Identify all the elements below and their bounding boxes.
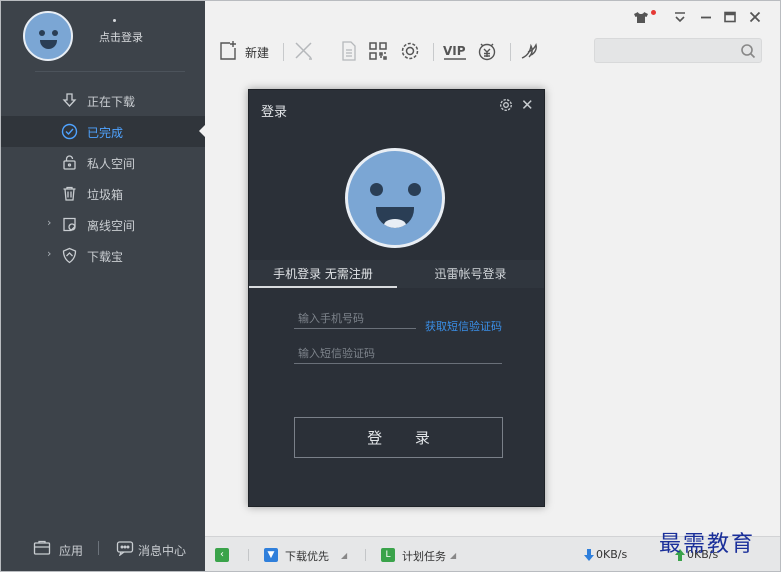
get-sms-code-link[interactable]: 获取短信验证码 <box>425 318 502 334</box>
click-to-login-link[interactable]: 点击登录 <box>99 29 143 45</box>
search-icon[interactable] <box>740 43 756 59</box>
download-speed: 0KB/s <box>596 548 628 561</box>
login-button[interactable]: 登 录 <box>294 417 503 458</box>
qr-code-icon[interactable] <box>367 40 389 62</box>
tab-phone-login[interactable]: 手机登录 无需注册 <box>249 260 397 288</box>
search-input[interactable] <box>601 42 731 60</box>
watermark-logo: 最需教育 <box>659 532 756 557</box>
avatar-mouth <box>376 207 414 228</box>
bird-icon[interactable] <box>519 40 541 62</box>
file-icon[interactable] <box>338 40 360 62</box>
notification-dot <box>651 10 656 15</box>
login-avatar <box>345 148 445 248</box>
footer-divider <box>98 541 99 555</box>
toolbar: 新建 VIP <box>205 31 780 73</box>
apps-button[interactable]: 应用 <box>59 542 83 559</box>
download-icon <box>62 93 77 107</box>
delete-icon[interactable] <box>293 40 315 62</box>
status-divider <box>365 549 366 561</box>
avatar-eye-left <box>39 30 45 36</box>
sidebar-item-label: 下载宝 <box>87 250 124 264</box>
new-task-icon[interactable] <box>217 40 239 62</box>
back-icon[interactable]: ‹ <box>215 548 229 562</box>
status-divider <box>248 549 249 561</box>
gear-icon[interactable] <box>499 98 513 112</box>
sidebar-item-offline-space[interactable]: › 离线空间 <box>1 209 205 240</box>
toolbar-divider <box>433 43 434 61</box>
svg-text:VIP: VIP <box>443 44 466 58</box>
download-speed-icon <box>584 549 594 561</box>
title-bar <box>205 1 780 31</box>
phone-field-wrapper <box>294 307 416 329</box>
sidebar-item-download-treasure[interactable]: › 下载宝 <box>1 240 205 271</box>
scheduled-task-icon: L <box>381 548 395 562</box>
phone-number-input[interactable] <box>298 309 416 327</box>
sidebar-item-label: 垃圾箱 <box>87 188 124 202</box>
sidebar-divider <box>35 71 185 72</box>
sidebar-nav: 正在下载 已完成 私人空间 垃圾箱 › 离线空间 › 下载宝 <box>1 85 205 271</box>
toolbar-divider <box>283 43 284 61</box>
search-box[interactable] <box>594 38 762 63</box>
sms-code-input[interactable] <box>298 344 498 362</box>
avatar-tongue <box>384 219 406 228</box>
sms-code-field-wrapper <box>294 342 502 364</box>
caret-icon[interactable]: ◢ <box>341 551 347 560</box>
toolbar-divider <box>510 43 511 61</box>
settings-gear-icon[interactable] <box>399 40 421 62</box>
check-circle-icon <box>61 123 78 140</box>
sidebar-item-label: 已完成 <box>87 126 124 140</box>
close-icon[interactable] <box>747 9 763 25</box>
sidebar-item-label: 离线空间 <box>87 219 136 233</box>
vip-icon[interactable]: VIP <box>442 40 468 62</box>
expand-arrow-icon[interactable]: › <box>47 247 51 260</box>
close-icon[interactable]: ✕ <box>521 96 534 114</box>
caret-icon[interactable]: ◢ <box>450 551 456 560</box>
new-task-button[interactable]: 新建 <box>245 44 269 61</box>
maximize-icon[interactable] <box>722 9 738 25</box>
sidebar-item-trash[interactable]: 垃圾箱 <box>1 178 205 209</box>
trash-icon <box>63 186 76 201</box>
minimize-icon[interactable] <box>698 9 714 25</box>
message-center-button[interactable]: 消息中心 <box>138 542 186 559</box>
message-icon[interactable] <box>116 540 134 556</box>
scheduled-tasks-button[interactable]: 计划任务 <box>402 548 446 564</box>
sidebar: 点击登录 正在下载 已完成 私人空间 垃圾箱 › 离线空间 › 下载宝 应用 消… <box>1 1 205 571</box>
lock-icon <box>63 155 76 170</box>
expand-arrow-icon[interactable]: › <box>47 216 51 229</box>
coin-icon[interactable] <box>476 40 498 62</box>
sidebar-item-completed[interactable]: 已完成 <box>1 116 205 147</box>
sidebar-item-label: 私人空间 <box>87 157 136 171</box>
avatar[interactable] <box>23 11 73 61</box>
login-dialog: 登录 ✕ 手机登录 无需注册 迅雷帐号登录 获取短信验证码 登 录 <box>248 89 545 507</box>
shirt-icon[interactable] <box>633 9 649 25</box>
download-priority-icon: ▼ <box>264 548 278 562</box>
avatar-eye-right <box>52 30 58 36</box>
xunlei-app-window: 点击登录 正在下载 已完成 私人空间 垃圾箱 › 离线空间 › 下载宝 应用 消… <box>0 0 781 572</box>
login-tabs: 手机登录 无需注册 迅雷帐号登录 <box>249 260 544 288</box>
shield-icon <box>62 247 77 264</box>
offline-icon <box>63 217 76 232</box>
download-priority-button[interactable]: 下载优先 <box>285 548 329 564</box>
dialog-title: 登录 <box>261 105 288 120</box>
avatar-mouth <box>40 40 57 49</box>
sidebar-item-private-space[interactable]: 私人空间 <box>1 147 205 178</box>
sidebar-item-label: 正在下载 <box>87 95 136 109</box>
sidebar-footer: 应用 消息中心 <box>1 533 205 567</box>
avatar-eye-right <box>408 183 421 196</box>
avatar-eye-left <box>370 183 383 196</box>
apps-icon[interactable] <box>33 540 51 556</box>
tab-account-login[interactable]: 迅雷帐号登录 <box>397 260 544 288</box>
dot <box>113 19 116 22</box>
sidebar-item-downloading[interactable]: 正在下载 <box>1 85 205 116</box>
menu-icon[interactable] <box>672 9 688 25</box>
